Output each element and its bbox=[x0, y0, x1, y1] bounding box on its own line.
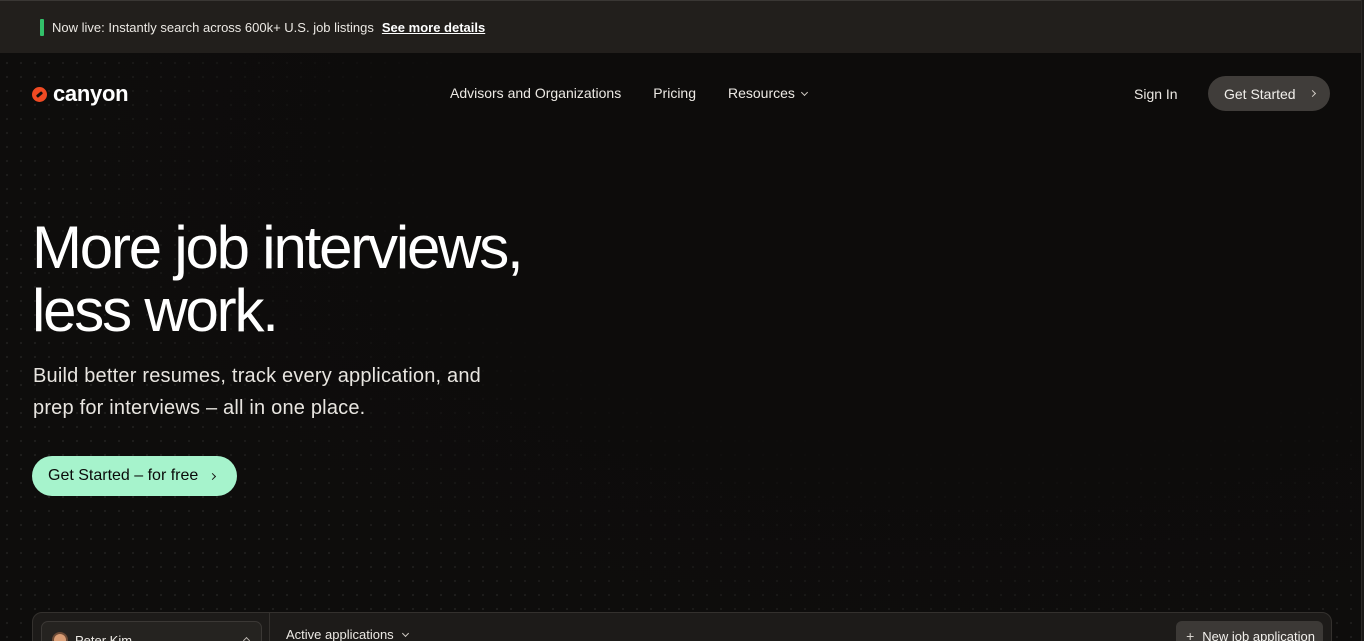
get-started-button[interactable]: Get Started bbox=[1208, 76, 1330, 111]
preview-sidebar: Peter Kim bbox=[33, 613, 270, 641]
hero-title-line-2: less work. bbox=[32, 277, 279, 344]
view-selector-label: Active applications bbox=[286, 627, 394, 641]
announcement-bar: Now live: Instantly search across 600k+ … bbox=[0, 0, 1364, 53]
logo[interactable]: canyon bbox=[32, 81, 129, 107]
nav-link-resources[interactable]: Resources bbox=[728, 85, 808, 101]
nav-links: Advisors and Organizations Pricing Resou… bbox=[450, 85, 808, 101]
new-job-application-label: New job application bbox=[1202, 628, 1315, 641]
announcement-link[interactable]: See more details bbox=[382, 20, 485, 35]
canyon-logo-icon bbox=[32, 86, 47, 102]
logo-text: canyon bbox=[53, 81, 129, 106]
plus-icon: + bbox=[1186, 628, 1195, 641]
background-fade bbox=[0, 53, 1364, 641]
new-job-application-button[interactable]: + New job application bbox=[1176, 621, 1323, 641]
user-switcher[interactable]: Peter Kim bbox=[41, 621, 262, 641]
chevron-up-icon bbox=[242, 636, 251, 641]
hero-subtitle: Build better resumes, track every applic… bbox=[33, 360, 553, 424]
chevron-down-icon bbox=[800, 88, 808, 97]
announcement-accent-bar bbox=[40, 18, 44, 36]
nav-link-advisors[interactable]: Advisors and Organizations bbox=[450, 85, 621, 101]
chevron-right-icon bbox=[1308, 89, 1316, 98]
view-selector[interactable]: Active applications bbox=[286, 627, 409, 641]
chevron-down-icon bbox=[401, 629, 409, 638]
app-preview: Peter Kim Active applications + New job … bbox=[32, 612, 1332, 641]
hero-subtitle-line-1: Build better resumes, track every applic… bbox=[33, 365, 481, 387]
get-started-label: Get Started bbox=[1224, 85, 1296, 102]
hero-title-line-1: More job interviews, bbox=[32, 214, 524, 281]
nav-link-resources-label: Resources bbox=[728, 85, 795, 101]
hero-subtitle-line-2: prep for interviews – all in one place. bbox=[33, 397, 366, 419]
get-started-free-button[interactable]: Get Started – for free bbox=[32, 456, 238, 496]
announcement-text: Now live: Instantly search across 600k+ … bbox=[52, 19, 374, 35]
nav-link-pricing[interactable]: Pricing bbox=[653, 85, 696, 101]
hero-title: More job interviews, less work. bbox=[32, 216, 652, 342]
user-name: Peter Kim bbox=[75, 633, 133, 641]
sign-in-link[interactable]: Sign In bbox=[1134, 86, 1178, 102]
chevron-right-icon bbox=[209, 472, 217, 480]
top-nav: canyon Advisors and Organizations Pricin… bbox=[0, 53, 1364, 133]
get-started-free-label: Get Started – for free bbox=[48, 467, 199, 484]
page: Now live: Instantly search across 600k+ … bbox=[0, 0, 1364, 641]
avatar bbox=[52, 632, 68, 641]
